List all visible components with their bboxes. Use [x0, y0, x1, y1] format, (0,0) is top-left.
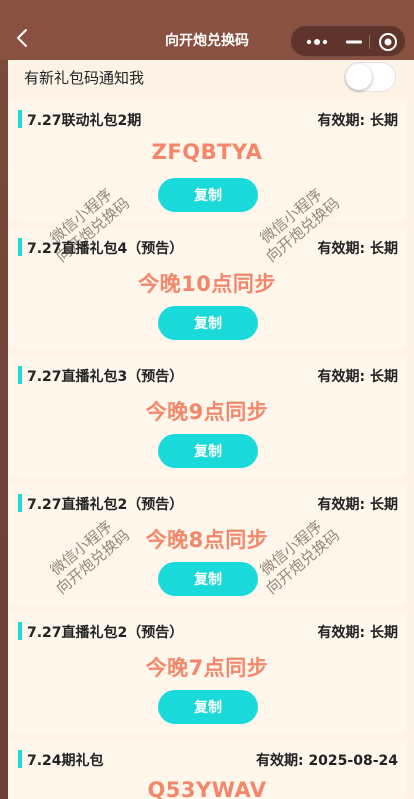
redeem-code: ZFQBTYA: [151, 140, 263, 164]
toggle-knob: [346, 64, 372, 90]
notify-label: 有新礼包码通知我: [24, 69, 145, 87]
copy-button[interactable]: 复制: [158, 690, 258, 724]
code-card: 7.27联动礼包2期 有效期: 长期 ZFQBTYA 复制: [8, 100, 406, 222]
card-accent-bar: [18, 494, 22, 512]
redeem-code: 今晚8点同步: [145, 528, 269, 552]
code-card: 7.27直播礼包3（预告） 有效期: 长期 今晚9点同步 复制: [8, 356, 406, 478]
card-title: 7.27直播礼包3（预告）: [27, 369, 184, 385]
target-close-icon: [379, 33, 397, 51]
copy-button[interactable]: 复制: [158, 178, 258, 212]
card-validity: 有效期: 2025-08-24: [255, 753, 398, 769]
code-card: 7.27直播礼包2（预告） 有效期: 长期 今晚7点同步 复制: [8, 612, 406, 734]
redeem-code: 今晚7点同步: [145, 656, 269, 680]
menu-capsule: [290, 25, 406, 57]
left-edge-strip: [0, 0, 8, 799]
card-title: 7.27直播礼包4（预告）: [27, 241, 184, 257]
copy-button[interactable]: 复制: [158, 562, 258, 596]
notify-toggle[interactable]: [344, 62, 396, 92]
card-accent-bar: [18, 238, 22, 256]
card-accent-bar: [18, 366, 22, 384]
minimize-button[interactable]: [339, 26, 369, 58]
copy-button[interactable]: 复制: [158, 306, 258, 340]
redeem-code: 今晚10点同步: [138, 272, 276, 296]
notify-setting-row: 有新礼包码通知我: [8, 60, 406, 94]
card-validity: 有效期: 长期: [317, 625, 398, 641]
code-card: 7.27直播礼包4（预告） 有效期: 长期 今晚10点同步 复制: [8, 228, 406, 350]
more-button[interactable]: [299, 26, 335, 58]
card-title: 7.27直播礼包2（预告）: [27, 625, 184, 641]
redeem-code: Q53YWAV: [147, 778, 267, 799]
card-accent-bar: [18, 622, 22, 640]
card-title: 7.24期礼包: [27, 753, 104, 769]
capsule-divider: [369, 35, 370, 49]
card-validity: 有效期: 长期: [317, 369, 398, 385]
navigation-bar: 向开炮兑换码: [0, 0, 414, 60]
card-accent-bar: [18, 750, 22, 768]
copy-button[interactable]: 复制: [158, 434, 258, 468]
code-card: 7.24期礼包 有效期: 2025-08-24 Q53YWAV: [8, 740, 406, 799]
close-button[interactable]: [371, 26, 405, 58]
card-accent-bar: [18, 110, 22, 128]
card-validity: 有效期: 长期: [317, 241, 398, 257]
minimize-icon: [346, 40, 362, 44]
card-validity: 有效期: 长期: [317, 113, 398, 129]
more-dots-icon: [306, 39, 328, 45]
card-title: 7.27联动礼包2期: [27, 113, 142, 129]
code-card: 7.27直播礼包2（预告） 有效期: 长期 今晚8点同步 复制: [8, 484, 406, 606]
redeem-code: 今晚9点同步: [145, 400, 269, 424]
card-validity: 有效期: 长期: [317, 497, 398, 513]
card-title: 7.27直播礼包2（预告）: [27, 497, 184, 513]
